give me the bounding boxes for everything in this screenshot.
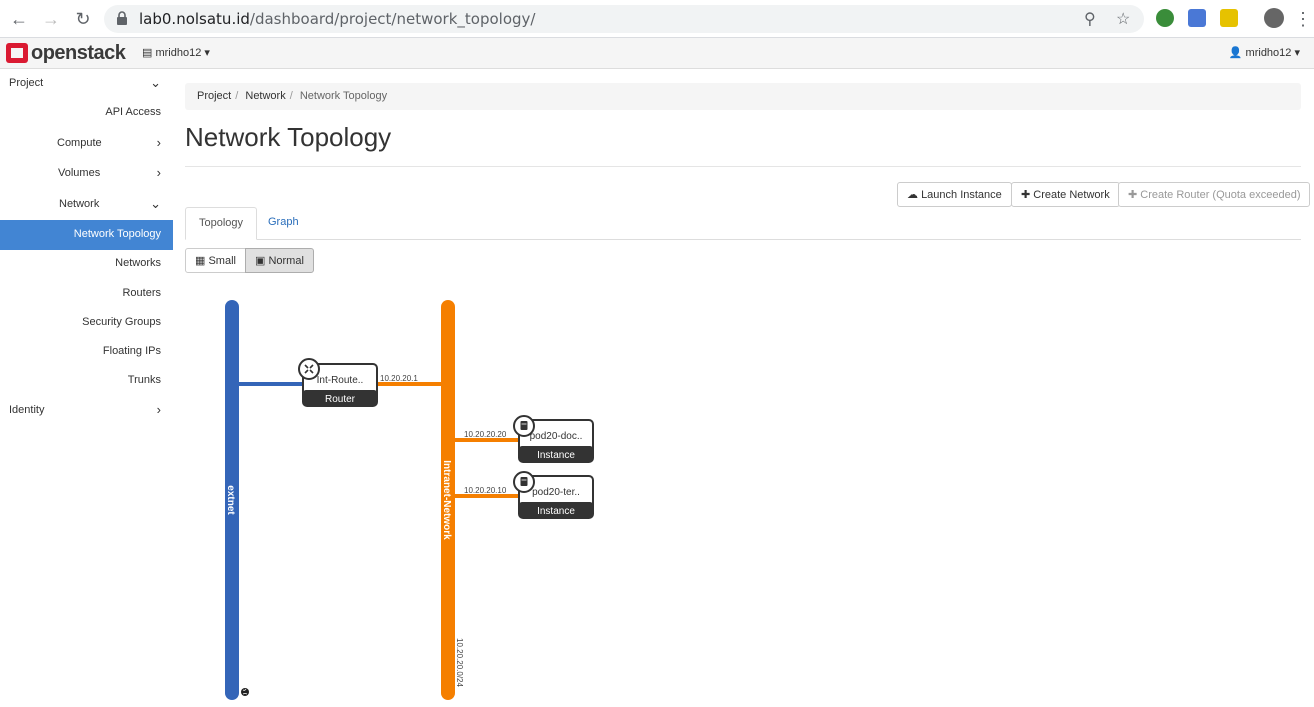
instance1-type: Instance [537,450,575,461]
network-extnet[interactable]: extnet [225,300,239,700]
chevron-down-icon: ⌄ [150,75,161,90]
size-toggle-group: ▦ Small ▣ Normal [185,248,314,273]
network-intranet[interactable]: Intranet-Network [441,300,455,700]
openstack-logo[interactable]: openstack [6,42,126,64]
browser-menu-icon[interactable]: ⋮ [1294,7,1312,31]
sidebar-item-project[interactable]: Project ⌄ [0,69,173,99]
instance2-name: pod20-ter.. [532,487,580,498]
chevron-right-icon: › [156,135,161,150]
router-icon [298,358,320,380]
grid-small-icon: ▦ [195,255,206,267]
small-size-button[interactable]: ▦ Small [185,248,246,273]
title-divider [185,166,1301,167]
profile-avatar[interactable] [1264,8,1284,28]
sidebar-item-trunks[interactable]: Trunks [0,366,173,396]
instance1-ip: 10.20.20.20 [464,430,507,439]
plus-icon: ✚ [1021,189,1031,201]
forward-icon[interactable]: → [39,7,63,31]
server-icon: ▤ [142,47,153,59]
openstack-header: openstack ▤ mridho12 ▾ 👤 mridho12 ▾ [0,38,1314,69]
extnet-label: extnet [225,485,236,515]
lock-icon [117,11,127,25]
openstack-logo-icon [6,43,28,63]
caret-down-icon: ▾ [1294,47,1300,59]
tab-topology[interactable]: Topology [185,207,258,240]
breadcrumb-network[interactable]: Network [245,90,285,102]
launch-instance-button[interactable]: ☁ Launch Instance [897,182,1012,207]
address-bar[interactable]: lab0.nolsatu.id/dashboard/project/networ… [104,5,1144,33]
user-menu[interactable]: 👤 mridho12 ▾ [1229,46,1300,59]
breadcrumb-current: Network Topology [299,90,388,102]
project-selector[interactable]: ▤ mridho12 ▾ [142,46,210,59]
user-icon: 👤 [1228,47,1243,59]
intranet-label: Intranet-Network [441,460,452,540]
reload-icon[interactable]: ↻ [71,7,95,31]
router-ip: 10.20.20.1 [380,374,418,383]
globe-icon [241,688,249,696]
sidebar-item-network-topology[interactable]: Network Topology [0,220,173,250]
tab-graph[interactable]: Graph [255,207,312,240]
chevron-down-icon: ⌄ [150,196,161,211]
cloud-upload-icon: ☁ [907,189,918,201]
intranet-cidr: 10.20.20.0/24 [455,638,464,687]
back-icon[interactable]: ← [7,7,31,31]
instance2-ip: 10.20.20.10 [464,486,507,495]
instance1-name: pod20-doc.. [530,431,583,442]
page-title: Network Topology [185,122,392,152]
create-router-button[interactable]: ✚ Create Router (Quota exceeded) [1118,182,1311,207]
sidebar-item-api-access[interactable]: API Access [0,98,173,128]
sidebar-item-routers[interactable]: Routers [0,279,173,309]
grid-large-icon: ▣ [254,255,266,267]
server-icon [513,471,535,493]
sidebar-item-networks[interactable]: Networks [0,249,173,279]
translate-extension-icon[interactable] [1188,9,1206,27]
sidebar-item-compute[interactable]: Compute › [0,129,173,159]
browser-toolbar: ← → ↻ lab0.nolsatu.id/dashboard/project/… [0,0,1314,38]
extension-icon-globe[interactable] [1156,9,1174,27]
sidebar-item-identity[interactable]: Identity › [0,396,173,426]
zoom-icon[interactable]: ⚲ [1084,9,1096,29]
create-network-button[interactable]: ✚ Create Network [1011,182,1120,207]
chevron-right-icon: › [156,402,161,417]
breadcrumb: Project / Network / Network Topology [185,83,1301,110]
chevron-right-icon: › [156,165,161,180]
instance2-type: Instance [537,506,575,517]
sidebar-nav: Project ⌄ API Access Compute › Volumes ›… [0,69,173,707]
server-icon [513,415,535,437]
bookmark-star-icon[interactable]: ☆ [1116,9,1130,29]
sidebar-item-volumes[interactable]: Volumes › [0,159,173,189]
breadcrumb-project[interactable]: Project [197,90,231,102]
plus-icon: ✚ [1128,189,1138,201]
sidebar-item-network[interactable]: Network ⌄ [0,190,173,220]
router-name: Int-Route.. [317,375,364,386]
sidebar-item-security-groups[interactable]: Security Groups [0,308,173,338]
tabs-divider [185,239,1301,240]
password-extension-icon[interactable] [1220,9,1238,27]
normal-size-button[interactable]: ▣ Normal [244,248,314,273]
sidebar-item-floating-ips[interactable]: Floating IPs [0,337,173,367]
router-type: Router [325,394,356,405]
url-text: lab0.nolsatu.id/dashboard/project/networ… [139,10,536,28]
caret-down-icon: ▾ [204,47,210,59]
